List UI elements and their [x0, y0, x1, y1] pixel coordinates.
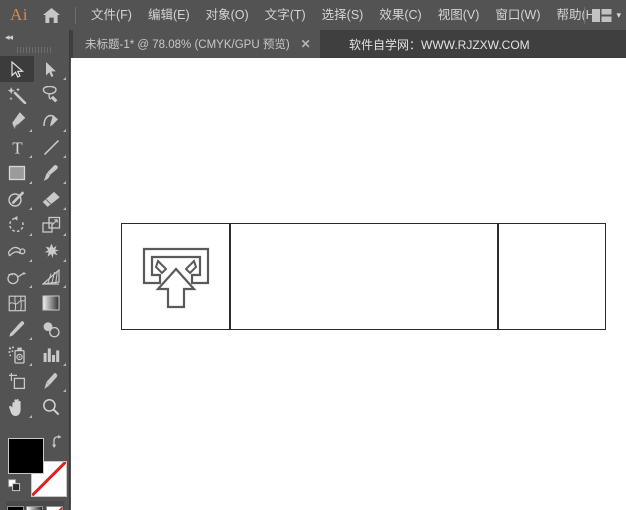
- menu-select[interactable]: 选择(S): [314, 0, 372, 30]
- menu-window[interactable]: 窗口(W): [487, 0, 548, 30]
- workspace-divider: [584, 6, 586, 24]
- color-mode-bar: [6, 501, 64, 510]
- scale-tool[interactable]: [34, 212, 68, 238]
- rotate-tool[interactable]: [0, 212, 34, 238]
- home-icon[interactable]: [34, 7, 68, 24]
- gradient-tool[interactable]: [34, 290, 68, 316]
- lasso-tool[interactable]: [34, 82, 68, 108]
- perspective-grid-tool[interactable]: [34, 264, 68, 290]
- free-transform-tool[interactable]: [34, 238, 68, 264]
- close-icon[interactable]: ✕: [301, 38, 311, 50]
- tool-row: [0, 290, 69, 316]
- artwork-rect-middle[interactable]: [230, 223, 498, 330]
- app-logo: Ai: [10, 5, 28, 24]
- menu-view[interactable]: 视图(V): [430, 0, 488, 30]
- watermark-text: 软件自学网：WWW.RJZXW.COM: [349, 37, 530, 52]
- document-canvas[interactable]: [71, 58, 626, 510]
- symbol-sprayer-tool[interactable]: [0, 342, 34, 368]
- tool-row: [0, 238, 69, 264]
- magic-wand-tool[interactable]: [0, 82, 34, 108]
- tool-row: [0, 264, 69, 290]
- menu-effect[interactable]: 效果(C): [371, 0, 429, 30]
- tool-row: [0, 394, 69, 420]
- artboard-tool[interactable]: [0, 368, 34, 394]
- shape-builder-tool[interactable]: [0, 264, 34, 290]
- menu-file[interactable]: 文件(F): [83, 0, 140, 30]
- tool-row: [0, 160, 69, 186]
- direct-selection-tool[interactable]: [34, 56, 68, 82]
- double-chevron-left-icon[interactable]: ◂◂: [0, 30, 69, 44]
- panel-grabber[interactable]: [0, 44, 69, 55]
- eraser-tool[interactable]: [34, 186, 68, 212]
- shaper-tool[interactable]: [0, 186, 34, 212]
- tool-row: [0, 342, 69, 368]
- column-graph-tool[interactable]: [34, 342, 68, 368]
- tool-row: T: [0, 134, 69, 160]
- tool-row: [0, 368, 69, 394]
- tool-row: [0, 108, 69, 134]
- mesh-tool[interactable]: [0, 290, 34, 316]
- illustrator-window: Ai 文件(F) 编辑(E) 对象(O) 文字(T) 选择(S) 效果(C) 视…: [0, 0, 626, 510]
- chevron-down-icon[interactable]: ▾: [616, 10, 621, 21]
- menu-divider: [75, 6, 76, 24]
- blend-tool[interactable]: [34, 316, 68, 342]
- gradient-mode-button[interactable]: [26, 505, 44, 510]
- hand-tool[interactable]: [0, 394, 34, 420]
- swap-fill-stroke-icon[interactable]: [52, 435, 67, 453]
- document-tab[interactable]: 未标题-1* @ 78.08% (CMYK/GPU 预览) ✕: [73, 30, 320, 58]
- document-tab-label: 未标题-1* @ 78.08% (CMYK/GPU 预览): [85, 39, 290, 51]
- none-mode-button[interactable]: [45, 505, 63, 510]
- fill-swatch[interactable]: [8, 438, 44, 474]
- workspace-switcher-icon[interactable]: [592, 8, 612, 23]
- fill-stroke-group: [8, 435, 70, 497]
- tool-list: T: [0, 55, 69, 420]
- paintbrush-tool[interactable]: [34, 160, 68, 186]
- menu-type[interactable]: 文字(T): [257, 0, 314, 30]
- menu-edit[interactable]: 编辑(E): [140, 0, 198, 30]
- menu-items: 文件(F) 编辑(E) 对象(O) 文字(T) 选择(S) 效果(C) 视图(V…: [83, 0, 607, 30]
- upload-arrow-icon[interactable]: [140, 245, 212, 316]
- tool-row: [0, 186, 69, 212]
- width-tool[interactable]: [0, 238, 34, 264]
- tool-row: [0, 56, 69, 82]
- tool-row: [0, 212, 69, 238]
- color-controls: [0, 435, 70, 510]
- menu-object[interactable]: 对象(O): [198, 0, 257, 30]
- eyedropper-tool[interactable]: [0, 316, 34, 342]
- document-tab-bar: 未标题-1* @ 78.08% (CMYK/GPU 预览) ✕ 软件自学网：WW…: [0, 30, 626, 58]
- type-tool[interactable]: T: [0, 134, 34, 160]
- menubar-right-controls: ▾: [577, 0, 626, 30]
- default-fill-stroke-icon[interactable]: [8, 479, 22, 497]
- line-segment-tool[interactable]: [34, 134, 68, 160]
- color-mode-button[interactable]: [7, 505, 25, 510]
- tool-row: [0, 316, 69, 342]
- slice-tool[interactable]: [34, 368, 68, 394]
- curvature-tool[interactable]: [34, 108, 68, 134]
- tool-row: [0, 82, 69, 108]
- selection-tool[interactable]: [0, 56, 34, 82]
- svg-text:T: T: [12, 139, 23, 157]
- tools-panel: ◂◂ T: [0, 30, 70, 510]
- rectangle-tool[interactable]: [0, 160, 34, 186]
- artwork-rect-right[interactable]: [498, 223, 606, 330]
- menu-bar: Ai 文件(F) 编辑(E) 对象(O) 文字(T) 选择(S) 效果(C) 视…: [0, 0, 626, 30]
- pen-tool[interactable]: [0, 108, 34, 134]
- zoom-tool[interactable]: [34, 394, 68, 420]
